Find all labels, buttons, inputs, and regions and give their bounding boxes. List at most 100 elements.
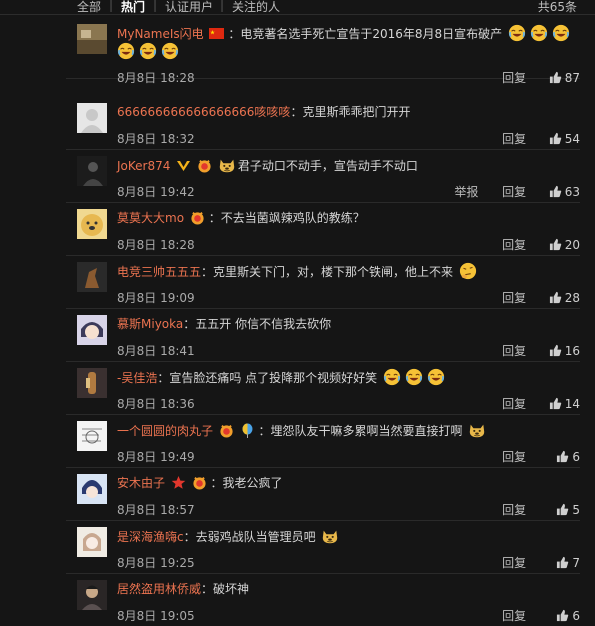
user-avatar[interactable]: [77, 474, 107, 504]
thumbs-up-icon: [556, 609, 569, 622]
like-count: 63: [564, 185, 580, 199]
comment-item: 安木由子 ：我老公疯了 8月8日 18:57 回复 5: [66, 467, 580, 521]
comment-item: -吴佳浩：宣告脸还痛吗 点了投降那个视频好好笑 8月8日 18:36 回复 14: [66, 361, 580, 415]
username-link[interactable]: -吴佳浩: [117, 371, 157, 385]
username-link[interactable]: 一个圆圆的肉丸子: [117, 424, 213, 438]
reply-button[interactable]: 回复: [502, 395, 526, 412]
fan-badge-icon: [192, 475, 207, 490]
like-button[interactable]: 6: [548, 450, 580, 464]
reply-button[interactable]: 回复: [502, 554, 526, 571]
reply-button[interactable]: 回复: [502, 236, 526, 253]
tab-all[interactable]: 全部: [77, 0, 101, 15]
comment-time: 8月8日 19:09: [117, 291, 195, 305]
reply-button[interactable]: 回复: [502, 289, 526, 306]
like-count: 7: [572, 556, 580, 570]
tab-separator: |: [220, 0, 225, 12]
laugh-cry-emoji: [530, 24, 548, 42]
comment-item: JoKer874 君子动口不动手，宣告动手不动口 8月8日 19:42 举报 回…: [66, 149, 580, 203]
like-button[interactable]: 16: [548, 344, 580, 358]
username-link[interactable]: 居然盗用林侨威: [117, 582, 201, 596]
comment-text: 去弱鸡战队当管理员吧: [195, 530, 316, 544]
tab-hot[interactable]: 热门: [121, 0, 145, 15]
thumbs-up-icon: [556, 450, 569, 463]
reply-button[interactable]: 回复: [502, 183, 526, 200]
username-link[interactable]: JoKer874: [117, 159, 170, 173]
user-avatar[interactable]: [77, 103, 107, 133]
laugh-cry-emoji: [508, 24, 526, 42]
username-link[interactable]: 666666666666666666咳咳咳: [117, 105, 290, 119]
reply-button[interactable]: 回复: [502, 448, 526, 465]
user-avatar[interactable]: [77, 368, 107, 398]
user-avatar[interactable]: [77, 527, 107, 557]
user-avatar[interactable]: [77, 24, 107, 54]
like-button[interactable]: 6: [548, 609, 580, 623]
report-button[interactable]: 举报: [454, 183, 478, 200]
username-link[interactable]: MyNameIs闪电: [117, 27, 204, 41]
comment-text: 电竞著名选手死亡宣告于2016年8月8日宣布破产: [240, 27, 503, 41]
doge-emoji: [468, 421, 486, 439]
like-button[interactable]: 87: [548, 71, 580, 85]
doge-emoji: [321, 527, 339, 545]
comment-time: 8月8日 19:05: [117, 609, 195, 623]
like-button[interactable]: 7: [548, 556, 580, 570]
thumbs-up-icon: [549, 344, 562, 357]
comment-text: 破坏神: [213, 582, 250, 596]
user-avatar[interactable]: [77, 315, 107, 345]
comment-text: 我老公疯了: [222, 476, 283, 490]
like-button[interactable]: 54: [548, 132, 580, 146]
thumbs-up-icon: [549, 71, 562, 84]
comment-time: 8月8日 18:28: [117, 71, 195, 85]
like-button[interactable]: 63: [548, 185, 580, 199]
fan-badge-icon: [197, 158, 212, 173]
reply-button[interactable]: 回复: [502, 130, 526, 147]
like-button[interactable]: 28: [548, 291, 580, 305]
comment-text: 五五开 你信不信我去砍你: [195, 317, 332, 331]
user-avatar[interactable]: [77, 262, 107, 292]
star-icon: [171, 475, 186, 490]
comment-item: 慕斯Miyoka：五五开 你信不信我去砍你 8月8日 18:41 回复 16: [66, 308, 580, 362]
tab-following[interactable]: 关注的人: [232, 0, 280, 15]
laugh-cry-emoji: [117, 42, 135, 60]
like-button[interactable]: 20: [548, 238, 580, 252]
like-count: 16: [564, 344, 580, 358]
reply-button[interactable]: 回复: [502, 501, 526, 518]
comment-time: 8月8日 18:41: [117, 344, 195, 358]
username-link[interactable]: 是深海渔嗨c: [117, 530, 184, 544]
username-link[interactable]: 安木由子: [117, 476, 165, 490]
thumbs-up-icon: [549, 185, 562, 198]
comment-text: 克里斯乖乖把门开开: [302, 105, 411, 119]
tab-verified-users[interactable]: 认证用户: [165, 0, 213, 15]
laugh-cry-emoji: [383, 368, 401, 386]
vip-v-icon: [176, 158, 191, 173]
comment-count: 共65条: [537, 0, 577, 14]
laugh-cry-emoji: [161, 42, 179, 60]
reply-button[interactable]: 回复: [502, 607, 526, 624]
username-link[interactable]: 莫莫大大mo: [117, 211, 184, 225]
thumbs-up-icon: [549, 291, 562, 304]
username-link[interactable]: 慕斯Miyoka: [117, 317, 183, 331]
comment-time: 8月8日 18:57: [117, 503, 195, 517]
user-avatar[interactable]: [77, 580, 107, 610]
like-button[interactable]: 14: [548, 397, 580, 411]
like-count: 6: [572, 450, 580, 464]
laugh-cry-emoji: [552, 24, 570, 42]
comment-time: 8月8日 19:25: [117, 556, 195, 570]
comment-time: 8月8日 19:42: [117, 185, 195, 199]
thumbs-up-icon: [549, 397, 562, 410]
comment-time: 8月8日 18:32: [117, 132, 195, 146]
laugh-cry-emoji: [139, 42, 157, 60]
laugh-cry-emoji: [427, 368, 445, 386]
user-avatar[interactable]: [77, 209, 107, 239]
user-avatar[interactable]: [77, 156, 107, 186]
comment-filter-tabs: 全部 | 热门 | 认证用户 | 关注的人 共65条: [0, 0, 595, 15]
comment-text: 宣告脸还痛吗 点了投降那个视频好好笑: [169, 371, 378, 385]
reply-button[interactable]: 回复: [502, 342, 526, 359]
reply-button[interactable]: 回复: [502, 69, 526, 86]
like-button[interactable]: 5: [548, 503, 580, 517]
doge-emoji: [218, 156, 236, 174]
comment-text: 君子动口不动手，宣告动手不动口: [237, 159, 418, 173]
username-link[interactable]: 电竞三帅五五五: [117, 265, 201, 279]
fan-badge-icon: [219, 423, 234, 438]
comment-text: 不去当菌飒辣鸡队的教练？: [220, 211, 365, 225]
user-avatar[interactable]: [77, 421, 107, 451]
